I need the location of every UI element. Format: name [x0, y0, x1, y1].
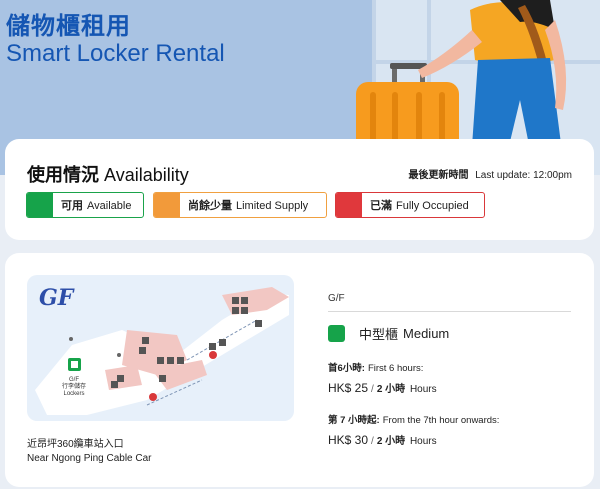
- page-title-en: Smart Locker Rental: [6, 40, 225, 67]
- legend-full: 已滿 Fully Occupied: [335, 192, 485, 218]
- svg-text:G/F: G/F: [69, 377, 79, 383]
- legend-limited: 尚餘少量 Limited Supply: [153, 192, 327, 218]
- rate-unit-en: Hours: [409, 384, 437, 395]
- rate-label-zh: 第 7 小時起:: [328, 415, 380, 426]
- svg-text:行李儲存: 行李儲存: [62, 382, 86, 390]
- rate-label-zh: 首6小時:: [328, 363, 365, 374]
- last-update-label: 最後更新時間: [408, 170, 469, 181]
- rate-label-en: First 6 hours:: [367, 363, 424, 374]
- divider: [328, 311, 571, 312]
- rate-price-first: HK$ 25/2 小時 Hours: [328, 381, 437, 395]
- locker-size-zh: 中型櫃: [359, 327, 399, 342]
- rate-price: HK$ 30: [328, 433, 369, 447]
- availability-title-en: Availability: [104, 165, 189, 185]
- legend-label-zh: 尚餘少量: [188, 200, 232, 212]
- rate-unit-zh: 2 小時: [376, 384, 406, 395]
- rate-unit-en: Hours: [409, 436, 437, 447]
- map-locker-label-en: Lockers: [63, 391, 84, 397]
- map-caption-zh: 近昂坪360纜車站入口: [27, 439, 124, 450]
- legend-label-en: Available: [87, 200, 132, 212]
- legend-available: 可用 Available: [26, 192, 144, 218]
- rate-price: HK$ 25: [328, 381, 369, 395]
- locker-size-en: Medium: [403, 326, 450, 341]
- floor-label: G/F: [328, 293, 345, 304]
- rate-price-subsequent: HK$ 30/2 小時 Hours: [328, 433, 437, 447]
- availability-card: 使用情況 Availability 最後更新時間 Last update: 12…: [5, 139, 594, 240]
- floor-map-drawing: GF G/F 行李儲存 Lockers: [35, 285, 289, 415]
- legend-label-en: Limited Supply: [236, 200, 309, 212]
- last-update-value: Last update: 12:00pm: [475, 170, 572, 181]
- legend-swatch-orange: [154, 193, 180, 217]
- rate-label-subsequent: 第 7 小時起: From the 7th hour onwards:: [328, 412, 499, 426]
- legend-swatch-red: [336, 193, 362, 217]
- map-caption-en: Near Ngong Ping Cable Car: [27, 453, 152, 464]
- availability-title-zh: 使用情況: [27, 165, 99, 185]
- floor-badge: GF: [39, 285, 75, 311]
- legend-label-zh: 可用: [61, 200, 83, 212]
- rate-label-en: From the 7th hour onwards:: [382, 415, 500, 426]
- availability-title: 使用情況 Availability: [27, 161, 189, 187]
- legend-label-zh: 已滿: [370, 200, 392, 212]
- rate-label-first: 首6小時: First 6 hours:: [328, 360, 423, 374]
- last-update: 最後更新時間 Last update: 12:00pm: [408, 166, 572, 181]
- page-title-zh: 儲物櫃租用: [6, 13, 131, 40]
- legend-swatch-green: [27, 193, 53, 217]
- locker-size: 中型櫃 Medium: [328, 324, 449, 343]
- locker-location-card: GF G/F 行李儲存 Lockers 近昂坪360纜車站入口 Near Ngo…: [5, 253, 594, 487]
- availability-status-indicator: [328, 325, 345, 342]
- floor-map[interactable]: GF G/F 行李儲存 Lockers: [27, 275, 294, 421]
- rate-unit-zh: 2 小時: [376, 436, 406, 447]
- legend-label-en: Fully Occupied: [396, 200, 469, 212]
